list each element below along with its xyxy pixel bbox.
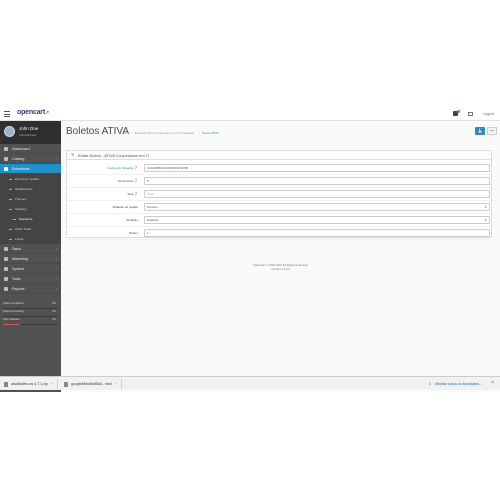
show-all-downloads-link[interactable]: ⇩ Mostrar todos os downloads... xyxy=(428,381,482,386)
close-icon[interactable]: × xyxy=(491,380,494,386)
field-label-taxa: Taxa ❓ xyxy=(127,192,138,196)
sidebar-item-reports[interactable]: Reports › xyxy=(0,284,61,294)
user-role: Administrator xyxy=(19,133,37,137)
user-profile: John Doe Administrator xyxy=(0,121,61,144)
form-row-codigo: Código de Situação ❓ 1D4C9B8S3C4S9S3P4K0… xyxy=(67,162,491,175)
download-item[interactable]: google4fbfc8b6f5d4 - html ^ xyxy=(60,379,122,389)
sidebar-item-sales[interactable]: Sales › xyxy=(0,244,61,254)
chevron-right-icon: › xyxy=(55,246,57,251)
save-button[interactable]: 💾 xyxy=(475,127,485,135)
field-label-situacao-pedido: Situação do pedido xyxy=(112,205,138,209)
field-label-vencimento: Vencimento ❓ xyxy=(117,179,138,183)
footer-opencart-link[interactable]: OpenCart xyxy=(253,263,265,267)
back-button[interactable]: ↩ xyxy=(487,127,497,135)
sidebar-item-tools[interactable]: Tools › xyxy=(0,274,61,284)
avatar[interactable] xyxy=(4,126,15,137)
menu-toggle-icon[interactable] xyxy=(4,111,10,117)
breadcrumb-current[interactable]: Boleto ATIVA xyxy=(203,131,219,135)
field-label-situacao: Situação xyxy=(126,218,138,222)
sidebar-subitem-themes[interactable]: Themes xyxy=(0,194,61,204)
sidebar-item-system[interactable]: System › xyxy=(0,264,61,274)
form-row-ordem: Ordem 1 xyxy=(67,227,491,240)
reply-icon: ↩ xyxy=(490,128,494,133)
codigo-input[interactable]: 1D4C9B8S3C4S9S3P4K0Z6B xyxy=(144,164,490,172)
status-select[interactable]: Enabled ⇕ xyxy=(144,216,490,224)
stat-orders-processing: Orders Processing 0% xyxy=(3,310,58,318)
cart-icon xyxy=(4,246,8,251)
sidebar-subitem-extension-installer[interactable]: Extension Installer xyxy=(0,174,61,184)
stat-orders-completed: Orders Completed 0% xyxy=(3,302,58,310)
sort-order-input[interactable]: 1 xyxy=(144,229,490,237)
sidebar-subitem-modifications[interactable]: Modifications xyxy=(0,184,61,194)
order-stats: Orders Completed 0% Orders Processing 0% O… xyxy=(0,302,61,326)
stat-other-statuses: Other Statuses 0% xyxy=(3,318,58,326)
chevron-right-icon: › xyxy=(55,276,57,281)
share-icon xyxy=(4,256,8,261)
field-label-codigo: Código de Situação ❓ xyxy=(107,166,138,170)
save-icon: 💾 xyxy=(477,128,483,133)
store-icon[interactable] xyxy=(468,111,474,116)
wrench-icon xyxy=(4,276,8,281)
download-icon: ⇩ xyxy=(428,381,432,386)
sidebar-item-catalog[interactable]: Catalog › xyxy=(0,154,61,164)
top-header: opencart↗ Logout xyxy=(0,108,500,121)
opencart-logo[interactable]: opencart↗ xyxy=(17,109,50,116)
chevron-right-icon: › xyxy=(55,256,57,261)
help-icon: ❓ xyxy=(134,179,138,183)
breadcrumb-extension[interactable]: Extensão ATIVA Cooperados em TI (Unifica… xyxy=(135,131,194,135)
sidebar-subitem-payments[interactable]: Payments xyxy=(0,214,61,224)
form-row-situacao-pedido: Situação do pedido Pending ⇕ xyxy=(67,201,491,214)
sidebar-subitem-feeds[interactable]: Feeds xyxy=(0,234,61,244)
select-caret-icon: ⇕ xyxy=(484,205,487,209)
sidebar: John Doe Administrator Dashboard Catalog… xyxy=(0,121,61,392)
form-row-situacao: Situação Enabled ⇕ xyxy=(67,214,491,227)
sidebar-item-dashboard[interactable]: Dashboard xyxy=(0,144,61,154)
chevron-right-icon: › xyxy=(55,156,57,161)
chevron-up-icon: ^ xyxy=(51,382,54,386)
chevron-down-icon: ⌄ xyxy=(54,166,57,171)
help-icon: ❓ xyxy=(134,192,138,196)
field-label-ordem: Ordem xyxy=(128,231,138,235)
breadcrumb: Home / Extensão ATIVA Cooperados em TI (… xyxy=(119,131,219,135)
tags-icon xyxy=(4,156,8,161)
pencil-icon: ✎ xyxy=(71,152,75,157)
taxa-input[interactable]: Taxa xyxy=(144,190,490,198)
bar-chart-icon xyxy=(4,286,8,291)
download-item[interactable]: ativaBoleto.rar 2.7.1.zip ^ xyxy=(0,379,59,389)
form-row-vencimento: Vencimento ❓ 5 xyxy=(67,175,491,188)
footer-version: Version 2.3.0.2 xyxy=(271,267,290,271)
logout-link[interactable]: Logout xyxy=(483,112,494,116)
download-bar: ativaBoleto.rar 2.7.1.zip ^ google4fbfc8b… xyxy=(0,376,500,390)
chevron-up-icon: ^ xyxy=(115,382,117,386)
file-icon xyxy=(4,381,8,387)
main-content: Boletos ATIVA Home / Extensão ATIVA Coop… xyxy=(61,121,500,392)
sidebar-subitem-shipping[interactable]: Shipping xyxy=(0,204,61,214)
order-status-select[interactable]: Pending ⇕ xyxy=(144,203,490,211)
chevron-right-icon: › xyxy=(55,286,57,291)
file-icon xyxy=(64,381,68,387)
help-icon: ❓ xyxy=(134,166,138,170)
sidebar-item-extensions[interactable]: Extensions ⌄ xyxy=(0,164,61,174)
cog-icon xyxy=(4,266,8,271)
puzzle-icon xyxy=(4,166,8,171)
panel-heading: ✎ Editar Boleto - ATIVA Cooperados em TI xyxy=(67,151,491,160)
edit-panel: ✎ Editar Boleto - ATIVA Cooperados em TI… xyxy=(66,150,492,240)
sidebar-item-marketing[interactable]: Marketing › xyxy=(0,254,61,264)
vencimento-input[interactable]: 5 xyxy=(144,177,490,185)
sidebar-subitem-order-totals[interactable]: Order Totals xyxy=(0,224,61,234)
chevron-right-icon: › xyxy=(55,266,57,271)
browser-viewport: opencart↗ Logout John Doe Administrator … xyxy=(0,108,500,392)
footer: OpenCart © 2009-2018 All Rights Reserved… xyxy=(61,263,500,271)
notification-bell-icon[interactable] xyxy=(453,110,461,116)
breadcrumb-home[interactable]: Home xyxy=(119,131,126,135)
select-caret-icon: ⇕ xyxy=(484,218,487,222)
form-row-taxa: Taxa ❓ Taxa xyxy=(67,188,491,201)
user-name: John Doe xyxy=(19,126,39,131)
dashboard-icon xyxy=(4,146,8,151)
